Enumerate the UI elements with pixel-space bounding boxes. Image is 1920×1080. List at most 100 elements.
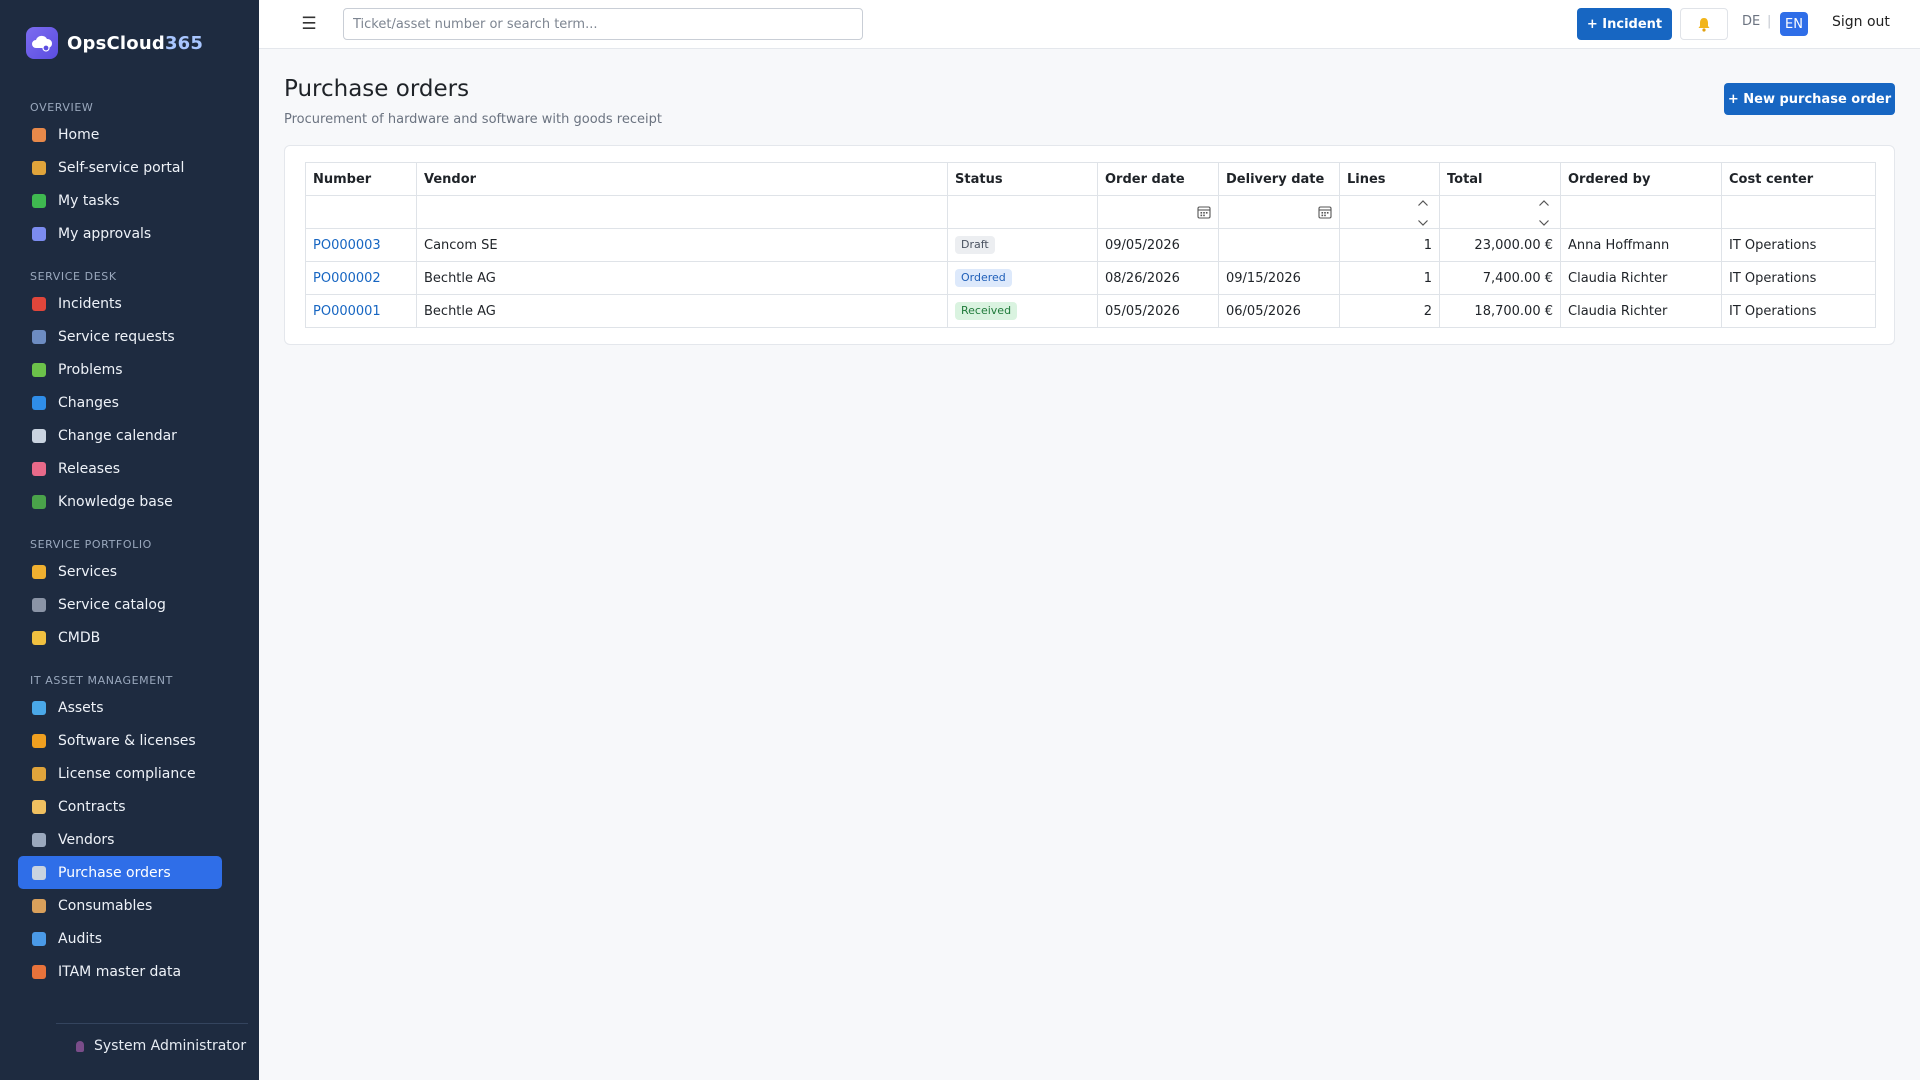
cell-lines: 2 [1339,294,1440,328]
sidebar-item-vendors[interactable]: Vendors [18,823,222,856]
current-user[interactable]: System Administrator [76,1038,246,1054]
chevron-down-icon[interactable] [1417,219,1429,227]
sidebar-item-license-compliance[interactable]: License compliance [18,757,222,790]
notifications-button[interactable] [1680,8,1728,40]
app-logo[interactable]: OpsCloud365 [26,26,203,60]
magnifier-icon [32,931,46,946]
section-title-service-desk: SERVICE DESK [30,269,117,283]
cell-ordered-by: Anna Hoffmann [1560,228,1722,262]
column-header-vendor[interactable]: Vendor [416,162,948,196]
cell-cost-center: IT Operations [1721,261,1876,295]
calendar-icon [32,428,46,443]
sidebar-item-assets[interactable]: Assets [18,691,222,724]
cell-number: PO000003 [305,228,417,262]
sidebar-item-changes[interactable]: Changes [18,386,222,419]
column-header-order-date[interactable]: Order date [1097,162,1219,196]
books-icon [32,494,46,509]
sidebar-item-knowledge-base[interactable]: Knowledge base [18,485,222,518]
cell-vendor: Cancom SE [416,228,948,262]
sidebar-item-label: Change calendar [58,427,177,444]
filter-lines[interactable] [1339,195,1440,229]
sidebar-item-software-and-licenses[interactable]: Software & licenses [18,724,222,757]
column-header-ordered-by[interactable]: Ordered by [1560,162,1722,196]
po-number-link[interactable]: PO000001 [313,304,381,319]
catalog-icon [32,597,46,612]
chevron-up-icon[interactable] [1417,199,1429,207]
sidebar-item-purchase-orders[interactable]: Purchase orders [18,856,222,889]
status-badge: Received [955,302,1018,320]
sign-out-link[interactable]: Sign out [1832,14,1890,30]
cell-vendor: Bechtle AG [416,294,948,328]
sidebar-nav: OVERVIEW Home Self-service portal My tasks M… [0,96,259,988]
filter-cost-center[interactable] [1721,195,1876,229]
filter-total[interactable] [1439,195,1561,229]
language-de[interactable]: DE [1742,14,1760,29]
sidebar: OpsCloud365 OVERVIEW Home Self-service por… [0,0,259,1080]
table-row[interactable]: PO000001 Bechtle AG Received 05/05/2026 06/0… [305,294,1876,328]
page-title: Purchase orders [284,76,470,102]
sidebar-item-problems[interactable]: Problems [18,353,222,386]
sidebar-item-self-service-portal[interactable]: Self-service portal [18,151,222,184]
sidebar-item-contracts[interactable]: Contracts [18,790,222,823]
sidebar-item-audits[interactable]: Audits [18,922,222,955]
sidebar-item-label: Vendors [58,831,115,848]
filter-vendor[interactable] [416,195,948,229]
filter-order-date[interactable] [1097,195,1219,229]
user-icon [76,1040,84,1052]
column-header-number[interactable]: Number [305,162,417,196]
filter-ordered-by[interactable] [1560,195,1722,229]
cell-delivery-date: 06/05/2026 [1218,294,1340,328]
section-title-it-asset-management: IT ASSET MANAGEMENT [30,673,173,687]
document-icon [32,799,46,814]
sidebar-item-service-requests[interactable]: Service requests [18,320,222,353]
inbox-icon [32,329,46,344]
sidebar-divider [56,1023,248,1024]
filter-status[interactable] [947,195,1098,229]
column-header-cost-center[interactable]: Cost center [1721,162,1876,196]
table-row[interactable]: PO000002 Bechtle AG Ordered 08/26/2026 09/15… [305,261,1876,295]
sidebar-item-my-tasks[interactable]: My tasks [18,184,222,217]
calendar-icon[interactable] [1197,205,1211,219]
po-number-link[interactable]: PO000003 [313,238,381,253]
person-icon [32,160,46,175]
sidebar-item-change-calendar[interactable]: Change calendar [18,419,222,452]
new-incident-button[interactable]: + Incident [1577,8,1672,40]
chevron-down-icon[interactable] [1538,219,1550,227]
column-header-delivery-date[interactable]: Delivery date [1218,162,1340,196]
cell-cost-center: IT Operations [1721,294,1876,328]
filter-delivery-date[interactable] [1218,195,1340,229]
po-number-link[interactable]: PO000002 [313,271,381,286]
filter-row [305,195,1876,229]
search-input[interactable] [343,8,863,40]
column-header-total[interactable]: Total [1439,162,1561,196]
column-header-lines[interactable]: Lines [1339,162,1440,196]
language-separator: | [1767,14,1772,29]
chevron-up-icon[interactable] [1538,199,1550,207]
number-stepper[interactable] [1417,199,1429,227]
sidebar-item-cmdb[interactable]: CMDB [18,621,222,654]
language-en[interactable]: EN [1780,12,1808,36]
sidebar-item-label: Services [58,563,118,580]
sidebar-item-incidents[interactable]: Incidents [18,287,222,320]
bricks-icon [32,964,46,979]
sidebar-item-releases[interactable]: Releases [18,452,222,485]
sidebar-item-itam-master-data[interactable]: ITAM master data [18,955,222,988]
filter-number[interactable] [305,195,417,229]
table-row[interactable]: PO000003 Cancom SE Draft 09/05/2026 1 23,000.… [305,228,1876,262]
sidebar-item-my-approvals[interactable]: My approvals [18,217,222,250]
calendar-icon[interactable] [1318,205,1332,219]
sidebar-item-service-catalog[interactable]: Service catalog [18,588,222,621]
sidebar-item-services[interactable]: Services [18,555,222,588]
column-header-status[interactable]: Status [947,162,1098,196]
sidebar-item-home[interactable]: Home [18,118,222,151]
building-icon [32,832,46,847]
page-subtitle: Procurement of hardware and software wit… [284,112,662,127]
new-purchase-order-button[interactable]: + New purchase order [1724,83,1895,115]
cell-delivery-date [1218,228,1340,262]
number-stepper[interactable] [1538,199,1550,227]
sidebar-item-consumables[interactable]: Consumables [18,889,222,922]
hamburger-menu-icon[interactable]: ☰ [297,12,321,36]
cell-delivery-date: 09/15/2026 [1218,261,1340,295]
laptop-icon [32,700,46,715]
